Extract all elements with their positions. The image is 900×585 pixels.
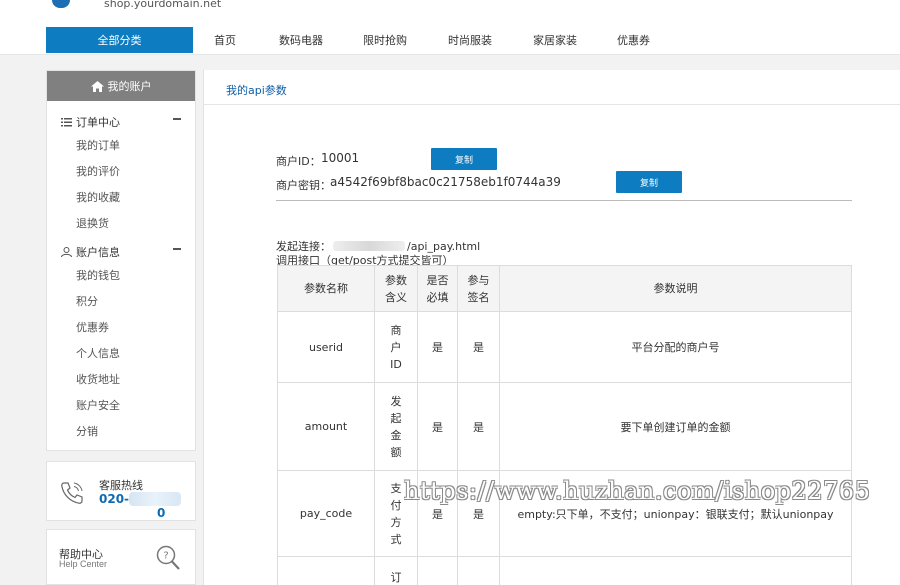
divider — [204, 104, 900, 105]
collapse-icon[interactable] — [173, 118, 181, 120]
sidebar-item-profile[interactable]: 个人信息 — [47, 341, 195, 367]
copy-merchant-id-button[interactable]: 复制 — [431, 148, 497, 170]
all-categories-button[interactable]: 全部分类 — [46, 27, 193, 53]
column-header: 参数含义 — [374, 265, 418, 312]
group-account-info[interactable]: 账户信息 — [47, 237, 195, 263]
param-desc — [499, 556, 852, 585]
param-required: 是 — [417, 311, 458, 383]
account-sidebar: 我的账户 订单中心 我的订单 我的评价 我的收藏 退换货 账户信息 我的钱包 积… — [46, 70, 196, 451]
param-desc: 平台分配的商户号 — [499, 311, 852, 383]
table-row: userid 商户ID 是 是 平台分配的商户号 — [277, 311, 852, 383]
site-url-text: shop.yourdomain.net — [104, 0, 222, 10]
param-meaning: 支付方式 — [374, 470, 418, 557]
table-row: 订 — [277, 556, 852, 585]
phone-icon — [61, 482, 83, 504]
main-nav: 全部分类 首页 数码电器 限时抢购 时尚服装 家居家装 优惠券 — [0, 24, 900, 55]
sidebar-item-coupons[interactable]: 优惠券 — [47, 315, 195, 341]
logo[interactable] — [52, 0, 70, 8]
divider — [276, 200, 852, 201]
param-name — [277, 556, 375, 585]
search-icon: ? — [156, 545, 180, 570]
param-required: 是 — [417, 382, 458, 471]
sidebar-item-my-favorites[interactable]: 我的收藏 — [47, 185, 195, 211]
param-signed: 是 — [457, 311, 500, 383]
param-name: amount — [277, 382, 375, 471]
sidebar-header-label: 我的账户 — [107, 80, 152, 93]
sidebar-item-address[interactable]: 收货地址 — [47, 367, 195, 393]
param-name: userid — [277, 311, 375, 383]
user-icon — [61, 247, 72, 257]
param-desc: 要下单创建订单的金额 — [499, 382, 852, 471]
group-title-account-info: 账户信息 — [76, 246, 120, 259]
param-meaning: 发起金额 — [374, 382, 418, 471]
param-signed: 是 — [457, 470, 500, 557]
param-required: 是 — [417, 470, 458, 557]
param-desc: empty:只下单，不支付；unionpay：银联支付；默认unionpay — [499, 470, 852, 557]
sidebar-header[interactable]: 我的账户 — [47, 71, 195, 101]
param-name: pay_code — [277, 470, 375, 557]
home-icon — [90, 80, 104, 92]
param-meaning: 订 — [374, 556, 418, 585]
column-header: 参与签名 — [457, 265, 500, 312]
table-header-row: 参数名称 参数含义 是否必填 参与签名 参数说明 — [277, 265, 852, 312]
merchant-key-value: a4542f69bf8bac0c21758eb1f0744a39 — [330, 175, 561, 189]
column-header: 参数名称 — [277, 265, 375, 312]
sidebar-item-distribution[interactable]: 分销 — [47, 419, 195, 445]
table-row: amount 发起金额 是 是 要下单创建订单的金额 — [277, 382, 852, 471]
copy-merchant-key-button[interactable]: 复制 — [616, 171, 682, 193]
top-strip: shop.yourdomain.net — [0, 0, 900, 24]
collapse-icon[interactable] — [173, 248, 181, 250]
group-order-center[interactable]: 订单中心 — [47, 107, 195, 133]
sidebar-item-security[interactable]: 账户安全 — [47, 393, 195, 419]
sidebar-item-returns[interactable]: 退换货 — [47, 211, 195, 237]
nav-item-flash-sale[interactable]: 限时抢购 — [363, 32, 407, 48]
table-row: pay_code 支付方式 是 是 empty:只下单，不支付；unionpay… — [277, 470, 852, 557]
param-required — [417, 556, 458, 585]
nav-item-coupons[interactable]: 优惠券 — [617, 32, 650, 48]
sidebar-item-my-reviews[interactable]: 我的评价 — [47, 159, 195, 185]
hotline-label: 客服热线 — [99, 479, 143, 492]
nav-item-digital[interactable]: 数码电器 — [279, 32, 323, 48]
help-center-box[interactable]: 帮助中心 Help Center ? — [46, 529, 196, 585]
param-meaning: 商户ID — [374, 311, 418, 383]
merchant-id-value: 10001 — [321, 151, 360, 165]
redacted-blur — [129, 492, 181, 506]
help-center-sub: Help Center — [59, 559, 108, 569]
group-title-order-center: 订单中心 — [76, 116, 120, 129]
breadcrumb[interactable]: 我的api参数 — [226, 82, 287, 98]
column-header: 是否必填 — [417, 265, 458, 312]
redacted-blur — [333, 241, 405, 251]
sidebar-item-points[interactable]: 积分 — [47, 289, 195, 315]
nav-item-fashion[interactable]: 时尚服装 — [448, 32, 492, 48]
hotline-box: 客服热线 020-20 — [46, 461, 196, 521]
init-url-suffix: /api_pay.html — [407, 239, 481, 253]
nav-item-home[interactable]: 首页 — [214, 32, 236, 48]
main-panel: 我的api参数 商户ID： 10001 复制 商户密钥： a4542f69bf8… — [203, 70, 900, 585]
list-icon — [61, 117, 72, 126]
nav-item-home-decor[interactable]: 家居家装 — [533, 32, 577, 48]
merchant-key-label: 商户密钥： — [276, 179, 331, 192]
svg-text:?: ? — [163, 551, 168, 562]
column-header: 参数说明 — [499, 265, 852, 312]
param-signed: 是 — [457, 382, 500, 471]
sidebar-item-wallet[interactable]: 我的钱包 — [47, 263, 195, 289]
merchant-id-label: 商户ID： — [276, 155, 321, 168]
sidebar-item-my-orders[interactable]: 我的订单 — [47, 133, 195, 159]
param-signed — [457, 556, 500, 585]
params-table: 参数名称 参数含义 是否必填 参与签名 参数说明 userid 商户ID 是 是… — [277, 265, 852, 585]
